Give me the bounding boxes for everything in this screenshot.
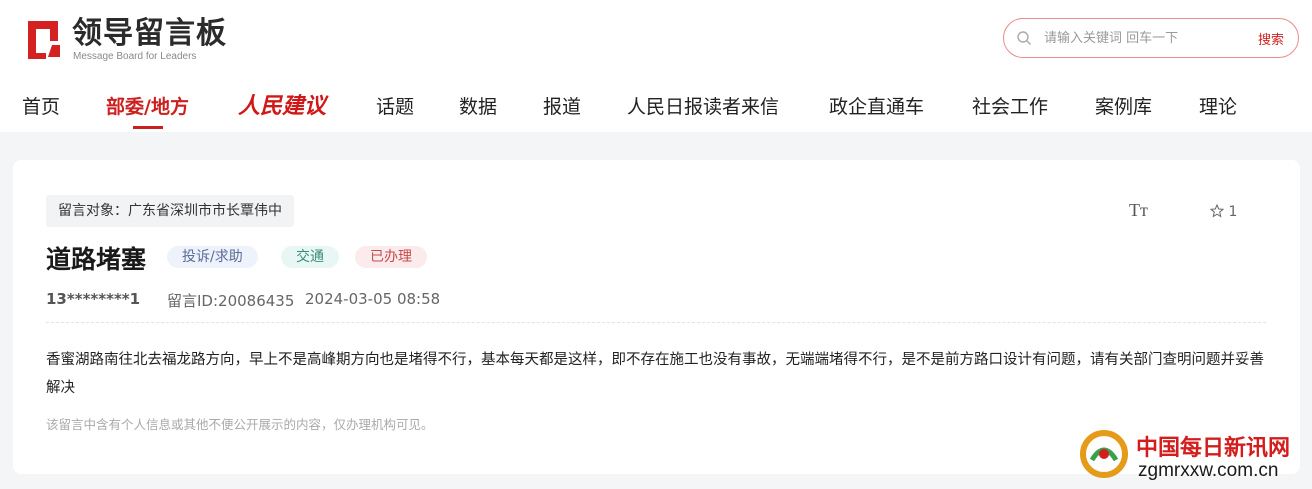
message-title: 道路堵塞	[46, 245, 147, 274]
nav-people-suggestions[interactable]: 人民建议	[238, 88, 326, 120]
site-header: 领导留言板 Message Board for Leaders 搜索 首页 部委…	[0, 0, 1312, 132]
category-badge: 投诉/求助	[167, 246, 258, 268]
nav-social-work[interactable]: 社会工作	[972, 92, 1048, 119]
nav-case-library[interactable]: 案例库	[1095, 92, 1152, 119]
watermark-cn: 中国每日新讯网	[1136, 435, 1291, 461]
search-button[interactable]: 搜索	[1258, 29, 1284, 48]
message-target: 留言对象：广东省深圳市市长覃伟中	[46, 195, 294, 227]
divider	[46, 322, 1266, 323]
logo-mark-icon	[28, 21, 60, 59]
nav-topics[interactable]: 话题	[376, 92, 414, 119]
favorite-button[interactable]: 1	[1209, 203, 1238, 220]
watermark-logo-icon	[1080, 430, 1128, 478]
star-icon	[1209, 203, 1225, 218]
status-badge: 已办理	[355, 246, 427, 268]
search-box: 搜索	[1003, 18, 1299, 58]
favorite-count: 1	[1228, 204, 1238, 220]
nav-enterprise-direct[interactable]: 政企直通车	[829, 92, 924, 119]
message-datetime: 2024-03-05 08:58	[305, 290, 441, 308]
logo-text: 领导留言板	[72, 16, 227, 51]
message-user: 13********1	[46, 290, 141, 308]
message-card: 留言对象：广东省深圳市市长覃伟中 Tт 1 道路堵塞 投诉/求助 交通 已办理 …	[13, 160, 1300, 474]
domain-badge: 交通	[281, 246, 339, 268]
nav-ministries-local[interactable]: 部委/地方	[106, 92, 189, 119]
site-logo[interactable]: 领导留言板 Message Board for Leaders	[22, 15, 232, 63]
font-size-toggle[interactable]: Tт	[1129, 200, 1148, 221]
nav-active-indicator	[133, 126, 163, 129]
main-nav: 首页 部委/地方 人民建议 话题 数据 报道 人民日报读者来信 政企直通车 社会…	[0, 86, 1312, 132]
watermark: 中国每日新讯网 zgmrxxw.com.cn	[1080, 428, 1310, 486]
nav-home[interactable]: 首页	[22, 92, 60, 119]
search-input[interactable]	[1044, 27, 1234, 49]
nav-reader-letters[interactable]: 人民日报读者来信	[627, 92, 779, 119]
nav-reports[interactable]: 报道	[543, 92, 581, 119]
logo-subtitle: Message Board for Leaders	[73, 51, 197, 62]
privacy-notice: 该留言中含有个人信息或其他不便公开展示的内容，仅办理机构可见。	[46, 417, 434, 432]
watermark-en: zgmrxxw.com.cn	[1138, 460, 1279, 481]
nav-theory[interactable]: 理论	[1199, 92, 1237, 119]
search-icon	[1017, 31, 1031, 45]
nav-data[interactable]: 数据	[459, 92, 497, 119]
message-content: 香蜜湖路南往北去福龙路方向，早上不是高峰期方向也是堵得不行，基本每天都是这样，即…	[46, 352, 1264, 396]
message-id: 留言ID:20086435	[167, 292, 295, 310]
